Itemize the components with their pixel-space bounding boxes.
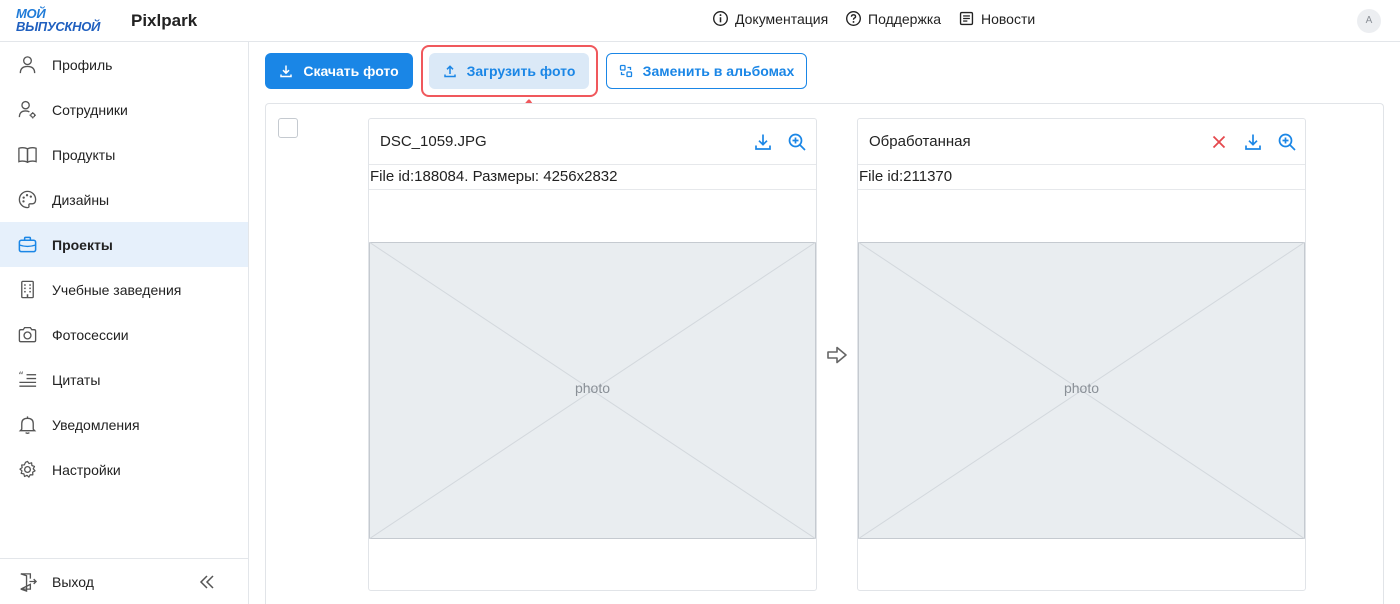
zoom-in-icon[interactable] [1277,132,1297,152]
zoom-in-icon[interactable] [787,132,807,152]
brand-name: Pixlpark [131,11,198,30]
upload-icon [443,65,456,78]
quote-icon: “ [18,371,37,387]
sidebar-item-employees[interactable]: Сотрудники [0,87,248,132]
original-file-name: DSC_1059.JPG [380,133,487,150]
book-icon [18,147,37,164]
nav-documentation-label: Документация [735,10,829,27]
collapse-sidebar-icon[interactable] [198,573,216,591]
top-bar: МОЙ ВЫПУСКНОЙ Pixlpark Документация Подд… [0,0,1400,42]
sidebar-item-label: Продукты [52,146,116,163]
bell-icon [18,416,37,434]
sidebar-item-profile[interactable]: Профиль [0,42,248,87]
sidebar-item-label: Дизайны [52,191,110,208]
sidebar-item-label: Уведомления [52,416,140,433]
card-actions [753,132,807,152]
avatar[interactable]: A [1357,9,1381,33]
processed-title: Обработанная [869,133,971,150]
briefcase-icon [18,236,37,253]
building-icon [21,280,34,299]
logo-line-2: ВЫПУСКНОЙ [16,19,101,34]
sidebar-item-designs[interactable]: Дизайны [0,177,248,222]
nav-news-label: Новости [981,10,1036,27]
sidebar-item-label: Проекты [52,236,113,253]
sidebar-item-label: Учебные заведения [52,281,182,298]
nav-documentation-link[interactable]: Документация [712,10,828,27]
nav-support-label: Поддержка [868,10,942,27]
card-header: DSC_1059.JPG [369,119,816,165]
logo[interactable]: МОЙ ВЫПУСКНОЙ [16,7,116,35]
sidebar-item-products[interactable]: Продукты [0,132,248,177]
upload-photo-label: Загрузить фото [466,63,576,79]
processed-photo-card: Обработанная File id:211370 photo [857,118,1306,591]
sidebar-item-photosessions[interactable]: Фотосессии [0,312,248,357]
processed-photo[interactable]: photo [858,242,1305,539]
sidebar-item-settings[interactable]: Настройки [0,447,248,492]
palette-icon [18,190,37,209]
user-icon [19,56,36,74]
original-photo[interactable]: photo [369,242,816,539]
delete-icon[interactable] [1209,132,1229,152]
original-photo-card: DSC_1059.JPG File id:188084. Размеры: 42… [368,118,817,591]
gear-icon [19,460,36,478]
card-header: Обработанная [858,119,1305,165]
sidebar-item-projects[interactable]: Проекты [0,222,248,267]
sidebar-item-quotes[interactable]: “ Цитаты [0,357,248,402]
svg-text:photo: photo [575,380,610,396]
news-icon [959,11,974,26]
select-photo-checkbox[interactable] [278,118,298,138]
nav-news-link[interactable]: Новости [958,10,1035,27]
user-gear-icon [18,100,36,119]
sidebar-item-label: Профиль [52,56,113,73]
replace-icon [619,64,632,78]
arrow-right-icon [827,346,847,364]
camera-icon [18,326,37,343]
sidebar-item-label: Фотосессии [52,326,129,343]
original-file-info: File id:188084. Размеры: 4256x2832 [369,166,816,190]
sidebar-item-label: Настройки [52,461,121,478]
download-photo-button[interactable]: Скачать фото [265,53,413,89]
download-icon[interactable] [1243,132,1263,152]
sidebar: Профиль Сотрудники Продукты Дизайны Прое… [0,42,249,604]
logout-link[interactable]: Выход [52,574,94,590]
nav-support-link[interactable]: Поддержка [845,10,941,27]
download-icon [280,65,293,78]
replace-in-albums-label: Заменить в альбомах [642,63,795,79]
replace-in-albums-button[interactable]: Заменить в альбомах [606,53,807,89]
svg-text:“: “ [18,371,23,383]
upload-photo-button[interactable]: Загрузить фото [429,53,589,89]
sidebar-item-label: Сотрудники [52,101,128,118]
processed-file-info: File id:211370 [858,166,1305,190]
help-icon [846,11,861,26]
logout-icon [20,573,38,592]
sidebar-item-notifications[interactable]: Уведомления [0,402,248,447]
svg-text:photo: photo [1064,380,1099,396]
sidebar-item-schools[interactable]: Учебные заведения [0,267,248,312]
sidebar-item-label: Цитаты [52,371,101,388]
photo-image: photo [369,242,816,539]
download-icon[interactable] [753,132,773,152]
photo-image: photo [858,242,1305,539]
download-photo-label: Скачать фото [303,63,399,79]
card-actions [1209,132,1297,152]
sidebar-footer: Выход [0,558,248,604]
info-icon [713,11,728,26]
